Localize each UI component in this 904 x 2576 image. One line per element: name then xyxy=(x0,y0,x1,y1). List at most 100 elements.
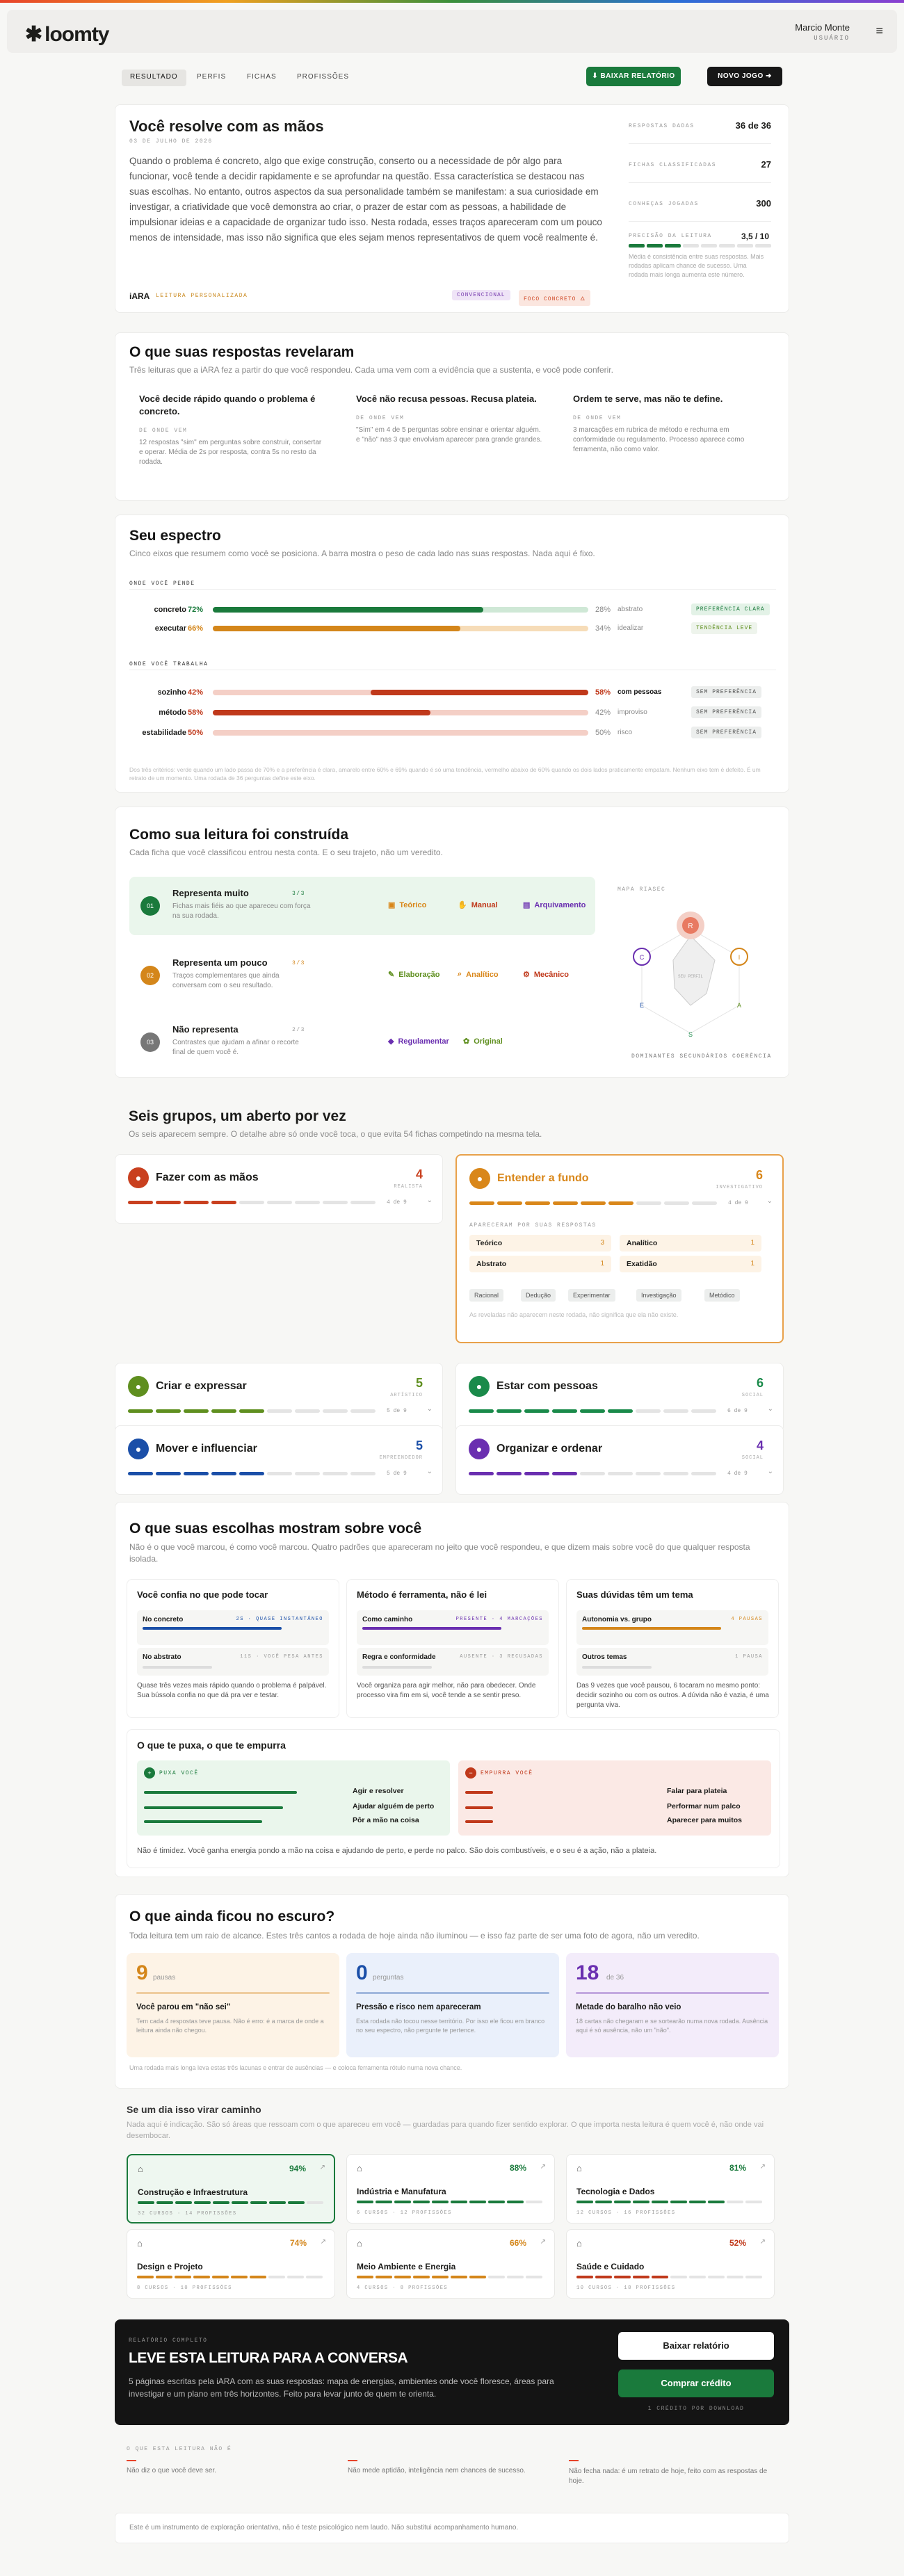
tab-resultado[interactable]: RESULTADO xyxy=(122,70,186,86)
group-card[interactable]: ● Entender a fundo 6 INVESTIGATIVO 4 de 9 ⌄ AP… xyxy=(455,1154,784,1343)
open-trait[interactable]: Abstrato 1 xyxy=(469,1256,611,1272)
pull-item: Pôr a mão na coisa xyxy=(353,1816,419,1824)
expand-icon[interactable]: ↗ xyxy=(540,2238,546,2246)
new-game-button[interactable]: NOVO JOGO ➜ xyxy=(707,67,782,86)
axis-left-value: 66% xyxy=(188,624,204,633)
open-chip[interactable]: Dedução xyxy=(521,1289,556,1302)
expand-icon[interactable]: ↗ xyxy=(540,2163,546,2171)
trait-pill[interactable]: ⌕ Analítico xyxy=(458,970,499,979)
career-segment xyxy=(614,2201,631,2203)
stat-label: RESPOSTAS DADAS xyxy=(629,123,695,129)
trait-pill[interactable]: ◆ Regulamentar xyxy=(388,1037,449,1046)
tab-fichas[interactable]: FICHAS xyxy=(239,70,285,86)
tab-profissoes[interactable]: PROFISSÕES xyxy=(289,70,357,86)
tier-medium[interactable]: 02 Representa um pouco 3/3 Traços comple… xyxy=(129,946,595,1005)
choice-text: Quase três vezes mais rápido quando o pr… xyxy=(137,1682,327,1699)
axis-left-value: 72% xyxy=(188,606,204,614)
trait-pill[interactable]: ⚙ Mecânico xyxy=(523,970,569,980)
chevron-down-icon[interactable]: ⌄ xyxy=(768,1405,773,1413)
download-report-button[interactable]: ⬇ BAIXAR RELATÓRIO xyxy=(586,67,681,86)
tier-none[interactable]: 03 Não representa 2/3 Contrastes que aju… xyxy=(129,1013,595,1071)
tier-strong[interactable]: 01 Representa muito 3/3 Fichas mais fiéi… xyxy=(129,877,595,935)
tier-text: Contrastes que ajudam a afinar o recorte… xyxy=(172,1039,299,1056)
choices-subtitle: Não é o que você marcou, é como você mar… xyxy=(129,1542,750,1564)
axis-right-label: risco xyxy=(618,729,633,736)
group-card[interactable]: ● Estar com pessoas 6 SOCIAL 6 de 9 ⌄ xyxy=(455,1363,784,1432)
chevron-down-icon[interactable]: ⌄ xyxy=(427,1405,433,1413)
career-area-card[interactable]: ⌂ 52% ↗ Saúde e Cuidado 10 CURSOS · 18 PROFI… xyxy=(566,2229,775,2299)
choice-row-label: Como caminho xyxy=(362,1616,413,1623)
trait-pill[interactable]: ✎ Elaboração xyxy=(388,970,440,980)
expand-icon[interactable]: ↗ xyxy=(321,2238,326,2246)
built-title: Como sua leitura foi construída xyxy=(129,827,349,843)
dark-gap-card: 0 perguntas Pressão e risco nem apareceram… xyxy=(346,1953,559,2057)
pull-push-box: O que te puxa, o que te empurra + PUXA V… xyxy=(127,1729,780,1868)
trait-pill[interactable]: ▤ Arquivamento xyxy=(523,900,586,910)
group-segment xyxy=(608,1409,633,1413)
chevron-down-icon[interactable]: ⌄ xyxy=(427,1197,433,1204)
node-e-label: E xyxy=(640,1002,644,1009)
career-name: Design e Projeto xyxy=(137,2262,203,2271)
chevron-down-icon[interactable]: ⌄ xyxy=(767,1197,773,1205)
axis-fill xyxy=(213,730,401,736)
group-segment xyxy=(553,1201,578,1205)
career-meta: 10 CURSOS · 18 PROFISSÕES xyxy=(576,2285,676,2291)
group-card[interactable]: ● Mover e influenciar 5 EMPREENDEDOR 5 de 9 ⌄ xyxy=(115,1425,443,1495)
spectrum-card: Seu espectro Cinco eixos que resumem com… xyxy=(115,515,789,793)
career-segment xyxy=(269,2201,286,2204)
career-area-card[interactable]: ⌂ 66% ↗ Meio Ambiente e Energia 4 CURSOS · 8… xyxy=(346,2229,555,2299)
gap-title: Pressão e risco nem apareceram xyxy=(356,2003,481,2011)
pull-label: PUXA VOCÊ xyxy=(159,1770,199,1776)
axis-right-label: abstrato xyxy=(618,606,643,613)
trait-pill[interactable]: ✿ Original xyxy=(463,1037,503,1046)
spectrum-subtitle: Cinco eixos que resumem como você se pos… xyxy=(129,549,595,558)
open-chip[interactable]: Racional xyxy=(469,1289,504,1302)
trait-pill[interactable]: ✋ Manual xyxy=(458,900,498,910)
cta-download-button[interactable]: Baixar relatório xyxy=(618,2332,774,2360)
trait-pill[interactable]: ▣ Teórico xyxy=(388,900,426,910)
open-chip[interactable]: Metódico xyxy=(704,1289,740,1302)
menu-icon[interactable]: ≡ xyxy=(875,24,883,38)
spectrum-group-label: ONDE VOCÊ PENDE xyxy=(129,581,195,587)
cta-buy-button[interactable]: Comprar crédito xyxy=(618,2370,774,2397)
group-segment xyxy=(497,1201,522,1205)
expand-icon[interactable]: ↗ xyxy=(760,2238,766,2246)
reveal-item-label: DE ONDE VEM xyxy=(356,415,405,421)
expand-icon[interactable]: ↗ xyxy=(320,2164,325,2171)
open-trait[interactable]: Analítico 1 xyxy=(620,1235,761,1251)
paths-title: Se um dia isso virar caminho xyxy=(127,2104,261,2115)
open-chip[interactable]: Investigação xyxy=(636,1289,681,1302)
group-card[interactable]: ● Organizar e ordenar 4 SOCIAL 4 de 9 ⌄ xyxy=(455,1425,784,1495)
career-area-card[interactable]: ⌂ 88% ↗ Indústria e Manufatura 6 CURSOS · 12… xyxy=(346,2154,555,2223)
tab-perfis[interactable]: PERFIS xyxy=(188,70,234,86)
career-segment xyxy=(507,2201,524,2203)
open-trait[interactable]: Teórico 3 xyxy=(469,1235,611,1251)
career-area-card[interactable]: ⌂ 81% ↗ Tecnologia e Dados 12 CURSOS · 16 PR… xyxy=(566,2154,775,2223)
group-icon: ● xyxy=(469,1376,490,1397)
pull-item: Ajudar alguém de perto xyxy=(353,1802,435,1811)
career-area-card[interactable]: ⌂ 94% ↗ Construção e Infraestrutura 32 CURSO… xyxy=(127,2154,335,2223)
footer-notes: O QUE ESTA LEITURA NÃO É Não diz o que v… xyxy=(127,2446,773,2495)
logo-text: loomty xyxy=(45,23,109,46)
choice-row-label: No concreto xyxy=(143,1616,184,1623)
arrow-right-icon: ➜ xyxy=(763,72,772,80)
open-trait-value: 3 xyxy=(600,1239,604,1247)
chevron-down-icon[interactable]: ⌄ xyxy=(768,1468,773,1475)
expand-icon[interactable]: ↗ xyxy=(760,2163,766,2171)
group-name: Estar com pessoas xyxy=(497,1380,598,1392)
open-trait[interactable]: Exatidão 1 xyxy=(620,1256,761,1272)
group-card[interactable]: ● Criar e expressar 5 ARTÍSTICO 5 de 9 ⌄ xyxy=(115,1363,443,1432)
stat-respostas: RESPOSTAS DADAS 36 de 36 xyxy=(629,105,771,144)
tier-title: Representa um pouco xyxy=(172,957,268,968)
spectrum-row: sozinho 42% 58% com pessoas SEM PREFERÊNCIA xyxy=(131,686,770,704)
app-logo[interactable]: ✱ loomty xyxy=(25,22,109,47)
user-info[interactable]: Marcio Monte USUÁRIO xyxy=(795,22,850,42)
axis-left-label: concreto xyxy=(154,606,186,614)
reveal-title: O que suas respostas revelaram xyxy=(129,344,355,360)
open-chip[interactable]: Experimentar xyxy=(568,1289,615,1302)
career-area-card[interactable]: ⌂ 74% ↗ Design e Projeto 8 CURSOS · 10 PROFI… xyxy=(127,2229,335,2299)
group-segment xyxy=(469,1201,494,1205)
group-card[interactable]: ● Fazer com as mãos 4 REALISTA 4 de 9 ⌄ xyxy=(115,1154,443,1224)
chevron-down-icon[interactable]: ⌄ xyxy=(427,1468,433,1475)
node-i-label: I xyxy=(738,954,741,961)
